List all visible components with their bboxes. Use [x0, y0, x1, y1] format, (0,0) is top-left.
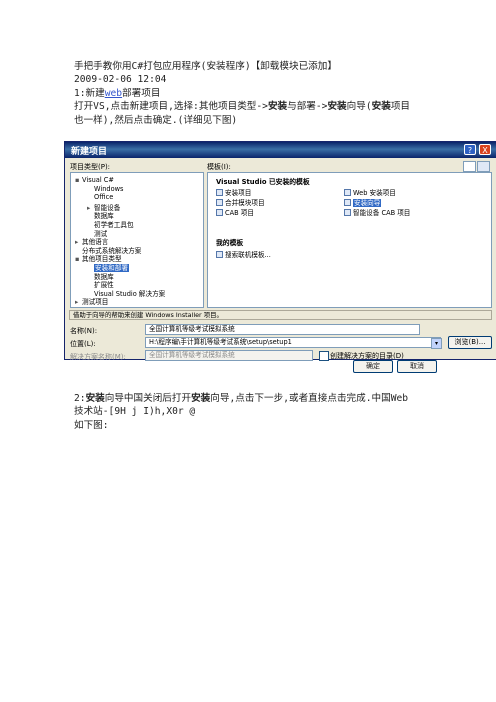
- template-icon: [216, 189, 223, 196]
- template-icon: [216, 199, 223, 206]
- project-types-tree[interactable]: ▪ Visual C# Windows Office ▸ 智能设备 数据库 初学者工具包 测试 ▸…: [70, 172, 204, 308]
- close-button[interactable]: X: [479, 144, 491, 155]
- tree-item[interactable]: ▸ 测试项目: [75, 296, 108, 306]
- expand-toggle-icon[interactable]: ▸: [75, 298, 82, 306]
- step2-line2: 技术站-[9H j I)h,X0r @: [74, 405, 434, 418]
- tree-item[interactable]: ▪ Visual C#: [75, 176, 114, 184]
- text-seg: 项目: [390, 101, 410, 113]
- help-button[interactable]: ?: [464, 144, 476, 155]
- text-seg: 如下图:: [74, 419, 109, 431]
- tree-item-label: Office: [94, 193, 114, 202]
- browse-button[interactable]: 浏览(B)...: [448, 336, 492, 349]
- expand-toggle-icon[interactable]: ▪: [75, 176, 82, 184]
- solution-name-label: 解决方案名称(M):: [70, 353, 126, 361]
- template-icon: [344, 199, 351, 206]
- new-project-dialog: 新建项目 ? X 项目类型(P): 模板(I): ▪ Visual C# Windo…: [64, 141, 496, 361]
- step1-heading: 1:新建web部署项目: [74, 87, 434, 100]
- dialog-titlebar: 新建项目 ? X: [65, 142, 496, 158]
- template-item[interactable]: 安装向导: [344, 197, 382, 207]
- installed-templates-header: Visual Studio 已安装的模板: [216, 178, 310, 186]
- step1-suffix: 部署项目: [122, 87, 161, 99]
- keyword: 安装: [371, 101, 391, 113]
- location-value: H:\程序编\手计算机等级考试系统\setup\setup1: [149, 338, 292, 346]
- article-date: 2009-02-06 12:04: [74, 73, 434, 86]
- text-seg: 技术站-[9H j I)h,X0r @: [74, 406, 196, 418]
- template-item[interactable]: Web 安装项目: [344, 187, 396, 197]
- small-icons-view-icon[interactable]: [477, 161, 490, 172]
- article-body: 手把手教你用C#打包应用程序(安装程序)【卸载模块已添加】 2009-02-06…: [74, 60, 434, 127]
- location-label: 位置(L):: [70, 340, 96, 348]
- tree-item-label: Windows: [94, 184, 124, 193]
- template-label: CAB 项目: [225, 209, 254, 217]
- search-online-templates[interactable]: 搜索联机模板...: [216, 249, 271, 259]
- template-label: Web 安装项目: [353, 189, 396, 197]
- project-types-label: 项目类型(P):: [70, 163, 111, 171]
- cancel-button[interactable]: 取消: [397, 360, 437, 373]
- template-item[interactable]: 合并模块项目: [216, 197, 265, 207]
- step1-line2: 打开VS,点击新建项目,选择:其他项目类型->安装与部署->安装向导(安装项目: [74, 100, 434, 113]
- text-seg: 也一样),然后点击确定.(详细见下图): [74, 114, 238, 126]
- date-text: 2009-02-06 12:04: [74, 74, 167, 86]
- location-combo[interactable]: H:\程序编\手计算机等级考试系统\setup\setup1: [145, 337, 441, 348]
- template-icon: [216, 251, 223, 258]
- solution-name-input[interactable]: 全国计算机等级考试模拟系统: [145, 350, 313, 361]
- search-online-label: 搜索联机模板...: [225, 251, 271, 259]
- template-label: 安装向导: [353, 199, 382, 207]
- name-label: 名称(N):: [70, 327, 98, 335]
- template-label: 智能设备 CAB 项目: [353, 209, 411, 217]
- keyword: 安装: [191, 393, 211, 404]
- step2-line3: 如下图:: [74, 419, 434, 432]
- keyword: 安装: [85, 393, 105, 404]
- expand-toggle-icon[interactable]: ▪: [75, 255, 82, 263]
- chevron-down-icon[interactable]: ▾: [431, 338, 442, 349]
- text-seg: 向导,点击下一步,或者直接点击完成.中国Web: [210, 393, 409, 404]
- tree-item-label: Visual C#: [82, 176, 114, 184]
- templates-list[interactable]: Visual Studio 已安装的模板 我的模板 搜索联机模板... 安装项目…: [207, 172, 492, 308]
- text-seg: 与部署->: [287, 101, 328, 113]
- text-seg: 向导(: [346, 101, 372, 113]
- my-templates-header: 我的模板: [216, 239, 244, 247]
- tree-item[interactable]: Windows: [87, 185, 123, 193]
- description-bar: 借助于向导的帮助来创建 Windows Installer 项目。: [69, 310, 492, 320]
- template-icon: [344, 209, 351, 216]
- name-input[interactable]: 全国计算机等级考试模拟系统: [145, 324, 420, 335]
- article-body-step2: 2:安装向导中国关闭后打开安装向导,点击下一步,或者直接点击完成.中国Web 技…: [74, 392, 434, 432]
- tree-item[interactable]: Office: [87, 193, 113, 201]
- template-item[interactable]: CAB 项目: [216, 207, 254, 217]
- keyword: 安装: [327, 101, 347, 113]
- step1-prefix: 1:新建: [74, 87, 105, 99]
- web-link[interactable]: web: [105, 88, 122, 99]
- step2-line1: 2:安装向导中国关闭后打开安装向导,点击下一步,或者直接点击完成.中国Web: [74, 392, 434, 405]
- template-icon: [216, 209, 223, 216]
- text-seg: 2:: [74, 393, 86, 404]
- template-icon: [344, 189, 351, 196]
- template-label: 合并模块项目: [225, 199, 265, 207]
- large-icons-view-icon[interactable]: [463, 161, 476, 172]
- dialog-title: 新建项目: [71, 147, 108, 157]
- templates-label: 模板(I):: [207, 163, 231, 171]
- tree-item-label: 测试项目: [82, 298, 109, 307]
- create-directory-checkbox[interactable]: [319, 351, 329, 361]
- text-seg: 打开VS,点击新建项目,选择:其他项目类型->: [74, 101, 268, 113]
- step1-line3: 也一样),然后点击确定.(详细见下图): [74, 114, 434, 127]
- template-label: 安装项目: [225, 189, 252, 197]
- template-item[interactable]: 智能设备 CAB 项目: [344, 207, 410, 217]
- ok-button[interactable]: 确定: [353, 360, 393, 373]
- article-title: 手把手教你用C#打包应用程序(安装程序)【卸载模块已添加】: [74, 60, 434, 73]
- title-text: 手把手教你用C#打包应用程序(安装程序)【卸载模块已添加】: [74, 61, 337, 72]
- text-seg: 向导中国关闭后打开: [104, 393, 192, 404]
- template-item[interactable]: 安装项目: [216, 187, 251, 197]
- keyword: 安装: [267, 101, 288, 113]
